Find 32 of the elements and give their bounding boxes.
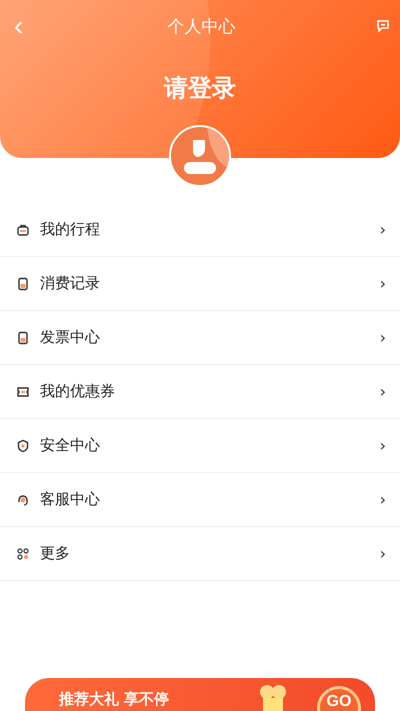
menu-label: 我的优惠券 [40,382,116,401]
chevron-icon: › [380,274,386,293]
menu-label: 安全中心 [40,436,101,455]
document-icon [16,276,30,290]
menu-item[interactable]: 发票中心 › [0,311,400,365]
bag-icon [16,222,30,236]
chevron-icon: › [380,436,386,455]
menu-item[interactable]: 客服中心 › [0,473,400,527]
menu-label: 发票中心 [40,328,101,347]
page-title: 个人中心 [168,16,236,38]
document-icon [16,330,30,344]
ticket-icon [16,384,30,398]
chevron-icon: › [380,328,386,347]
menu-label: 消费记录 [40,274,101,293]
chevron-icon: › [380,220,386,239]
promo-text: 推荐大礼 享不停 [59,690,170,709]
menu-item[interactable]: 我的行程 › [0,203,400,257]
message-icon[interactable] [376,19,390,33]
menu-item[interactable]: 我的优惠券 › [0,365,400,419]
apps-icon [16,546,30,560]
menu-label: 我的行程 [40,220,101,239]
chevron-icon: › [380,490,386,509]
menu-item[interactable]: 安全中心 › [0,419,400,473]
shield-icon [16,438,30,452]
chevron-icon: › [380,382,386,401]
chevron-icon: › [380,544,386,563]
menu-label: 更多 [40,544,71,563]
menu-item[interactable]: 更多 › [0,527,400,581]
headset-icon [16,492,30,506]
menu-label: 客服中心 [40,490,101,509]
avatar-icon[interactable] [169,125,231,187]
menu-item[interactable]: 消费记录 › [0,257,400,311]
